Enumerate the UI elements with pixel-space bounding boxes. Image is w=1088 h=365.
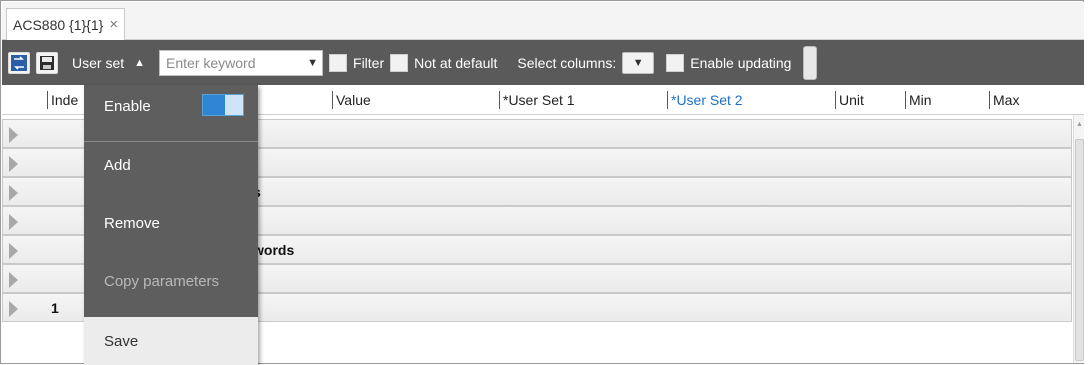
expand-arrow-icon[interactable] — [9, 243, 18, 259]
caret-up-icon: ▲ — [134, 56, 146, 69]
tab-acs880[interactable]: ACS880 {1}{1} × — [6, 8, 126, 40]
toolbar: User set ▲ ▼ Filter Not at default Selec… — [2, 40, 1084, 85]
col-header-user-set-2[interactable]: *User Set 2 — [667, 91, 743, 109]
user-set-dropdown[interactable]: User set ▲ — [72, 55, 145, 71]
vertical-scrollbar[interactable]: ▲ — [1073, 115, 1084, 363]
search-input[interactable] — [166, 54, 305, 71]
col-header-max[interactable]: Max — [989, 91, 1019, 109]
save-label: Save — [104, 332, 139, 350]
enable-label: Enable — [104, 97, 151, 115]
close-icon[interactable]: × — [109, 16, 118, 33]
row-label: words — [253, 242, 295, 258]
toggle-knob — [203, 95, 225, 115]
chevron-down-icon[interactable]: ▼ — [307, 57, 318, 69]
refresh-icon[interactable] — [8, 51, 30, 74]
select-columns-label: Select columns: — [517, 54, 617, 71]
enable-toggle[interactable] — [202, 94, 244, 116]
toolbar-overflow-handle[interactable] — [803, 45, 818, 80]
chevron-down-icon: ▼ — [632, 56, 644, 69]
scrollbar-thumb[interactable] — [1075, 139, 1084, 361]
filter-label: Filter — [353, 54, 385, 71]
filter-checkbox[interactable] — [329, 53, 348, 72]
enable-updating-label: Enable updating — [690, 54, 792, 71]
expand-arrow-icon[interactable] — [9, 185, 18, 201]
col-header-value[interactable]: Value — [332, 91, 371, 109]
enable-updating-checkbox[interactable] — [666, 53, 685, 72]
search-box[interactable]: ▼ — [159, 49, 324, 76]
user-set-menu: Enable Add Remove Copy parameters Save — [84, 85, 258, 365]
parameter-window: ACS880 {1}{1} × User set ▲ ▼ — [0, 0, 1084, 365]
save-icon[interactable] — [36, 51, 58, 74]
col-header-user-set-1[interactable]: *User Set 1 — [499, 91, 575, 109]
col-header-index[interactable]: Inde — [47, 91, 78, 109]
menu-item-add[interactable]: Add — [84, 147, 258, 183]
not-at-default-checkbox[interactable] — [390, 53, 409, 72]
tab-strip: ACS880 {1}{1} × — [2, 2, 1084, 40]
not-at-default-label: Not at default — [414, 54, 498, 71]
expand-arrow-icon[interactable] — [9, 272, 18, 288]
copy-parameters-label: Copy parameters — [104, 272, 220, 290]
menu-divider — [84, 141, 258, 142]
menu-item-copy-parameters: Copy parameters — [84, 263, 258, 299]
menu-item-save[interactable]: Save — [84, 317, 258, 365]
menu-item-remove[interactable]: Remove — [84, 205, 258, 241]
expand-arrow-icon[interactable] — [9, 301, 18, 317]
remove-label: Remove — [104, 214, 160, 232]
toggle-track-end — [225, 95, 243, 115]
user-set-label: User set — [72, 54, 125, 71]
add-label: Add — [104, 156, 131, 174]
expand-arrow-icon[interactable] — [9, 156, 18, 172]
select-columns-dropdown[interactable]: ▼ — [622, 51, 655, 74]
col-header-min[interactable]: Min — [905, 91, 932, 109]
tab-title: ACS880 {1}{1} — [13, 16, 104, 33]
row-number: 1 — [51, 300, 59, 316]
expand-arrow-icon[interactable] — [9, 127, 18, 143]
col-header-unit[interactable]: Unit — [835, 91, 864, 109]
expand-arrow-icon[interactable] — [9, 214, 18, 230]
scroll-up-icon[interactable]: ▲ — [1076, 121, 1083, 128]
